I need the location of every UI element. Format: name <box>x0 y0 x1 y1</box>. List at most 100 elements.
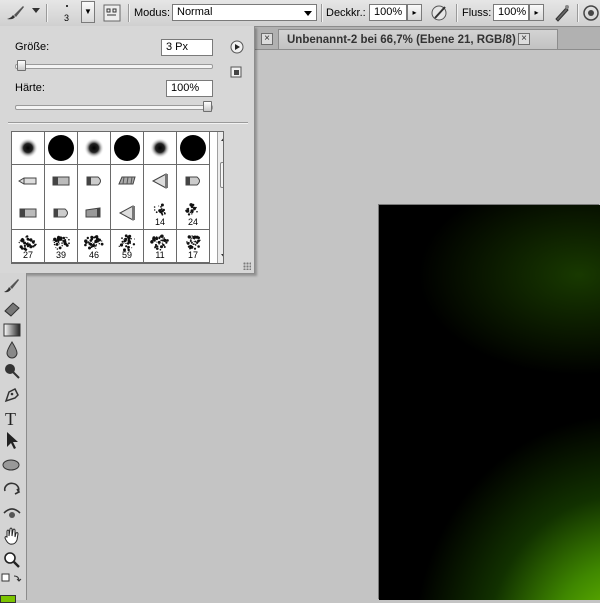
brush-preset[interactable] <box>12 197 45 230</box>
hardness-slider-thumb[interactable] <box>203 101 212 112</box>
flow-field[interactable]: 100% <box>493 4 529 21</box>
brush-panel-toggle-icon[interactable] <box>103 4 121 22</box>
brush-size-label: 59 <box>121 249 132 260</box>
document-title: Unbenannt-2 bei 66,7% (Ebene 21, RGB/8) … <box>287 34 524 46</box>
panel-close-icon[interactable]: × <box>261 33 273 45</box>
brush-tip-icon <box>53 208 68 218</box>
brush-preset[interactable]: 39 <box>45 229 78 263</box>
blur-drop-icon[interactable] <box>1 339 23 361</box>
path-select-icon[interactable] <box>1 429 23 451</box>
hard-round-brush-icon <box>180 135 206 161</box>
type-icon[interactable]: T <box>1 407 23 429</box>
panel-divider <box>8 122 248 123</box>
size-slider-thumb[interactable] <box>16 60 26 71</box>
brush-preset[interactable]: 17 <box>177 229 210 263</box>
airbrush-icon[interactable] <box>552 3 572 23</box>
options-bar: 3 ▼ Modus: Normal Deckkr.: 100% ▸ Fluss:… <box>0 0 600 27</box>
brush-preset[interactable]: 46 <box>78 229 111 263</box>
brush-tool-icon[interactable] <box>5 3 27 23</box>
brush-preset[interactable] <box>144 164 177 198</box>
ellipse-icon[interactable] <box>1 453 23 475</box>
hardness-field[interactable]: 100% <box>166 80 213 97</box>
mode-select[interactable]: Normal <box>172 4 317 21</box>
rotate-3d-icon[interactable] <box>1 478 23 500</box>
brush-preset[interactable] <box>12 164 45 198</box>
hard-round-brush-icon <box>114 135 140 161</box>
preset-scrollbar[interactable] <box>217 132 223 263</box>
brush-tip-icon <box>185 176 200 185</box>
brush-tip-icon <box>52 176 70 185</box>
brush-preset[interactable] <box>78 197 111 230</box>
brush-preset[interactable]: 27 <box>12 229 45 263</box>
tab-close-icon[interactable]: × <box>518 33 530 45</box>
pressure-opacity-icon[interactable] <box>430 3 450 23</box>
brush-preset[interactable] <box>144 132 177 165</box>
hardness-label: Härte: <box>15 82 45 94</box>
mode-label: Modus: <box>134 7 171 19</box>
brush-tip-icon <box>151 172 168 189</box>
opacity-label: Deckkr.: <box>326 7 366 19</box>
hardness-value: 100% <box>171 82 200 94</box>
pressure-size-icon[interactable] <box>582 4 600 22</box>
opacity-field[interactable]: 100% <box>369 4 407 21</box>
resize-grip-icon[interactable] <box>243 262 251 270</box>
brush-preset[interactable]: 59 <box>111 229 144 263</box>
flow-value: 100% <box>498 6 527 18</box>
document-canvas[interactable] <box>379 205 600 600</box>
brush-size-label: 17 <box>187 249 198 260</box>
panel-menu-icon[interactable] <box>230 40 244 54</box>
brush-preset[interactable] <box>45 197 78 230</box>
size-slider-track[interactable] <box>15 64 213 69</box>
brush-size-label: 14 <box>154 217 165 227</box>
brush-preset[interactable] <box>177 164 210 198</box>
hand-icon[interactable] <box>1 525 23 547</box>
new-preset-icon[interactable] <box>230 66 242 78</box>
soft-round-brush-icon <box>150 138 170 158</box>
soft-round-brush-icon <box>18 138 38 158</box>
brush-size-label: 24 <box>187 217 198 227</box>
brush-preset[interactable]: 24 <box>177 197 210 230</box>
brush-size-readout: 3 <box>64 13 70 23</box>
zoom-icon[interactable] <box>1 549 23 571</box>
brush-size-label: 39 <box>55 249 66 260</box>
brush-picker-panel: Größe: 3 Px Härte: 100% 14 24 27 39 46 59 11 17 <box>0 26 255 274</box>
foreground-color-swatch[interactable] <box>0 595 16 603</box>
dodge-icon[interactable] <box>1 360 23 382</box>
swap-colors-icon[interactable] <box>1 572 23 594</box>
gradient-icon[interactable] <box>1 319 23 341</box>
document-tab[interactable]: Unbenannt-2 bei 66,7% (Ebene 21, RGB/8) … <box>278 29 558 49</box>
brush-preset[interactable] <box>111 132 144 165</box>
brush-preset[interactable] <box>78 164 111 198</box>
chevron-down-icon <box>304 11 312 16</box>
size-value: 3 Px <box>166 41 189 53</box>
brush-size-label: 27 <box>22 249 33 260</box>
scroll-thumb[interactable] <box>220 162 223 188</box>
brush-preset[interactable] <box>111 164 144 198</box>
brush-preset[interactable]: 11 <box>144 229 177 263</box>
brush-preset[interactable] <box>45 132 78 165</box>
pen-icon[interactable] <box>1 384 23 406</box>
tool-preset-arrow-icon[interactable] <box>32 8 40 13</box>
brush-preset[interactable] <box>111 197 144 230</box>
brush-preset[interactable] <box>45 164 78 198</box>
hard-round-brush-icon <box>48 135 74 161</box>
hardness-slider-track[interactable] <box>15 105 213 110</box>
brush-preset[interactable] <box>12 132 45 165</box>
size-field[interactable]: 3 Px <box>161 39 213 56</box>
scroll-up-icon[interactable] <box>221 136 223 141</box>
scroll-down-icon[interactable] <box>221 254 223 259</box>
brush-icon[interactable] <box>1 275 23 297</box>
brush-preset[interactable]: 14 <box>144 197 177 230</box>
orbit-3d-icon[interactable] <box>1 502 23 524</box>
brush-preset[interactable] <box>177 132 210 165</box>
tools-panel: T <box>0 273 27 603</box>
mode-value: Normal <box>177 6 213 18</box>
opacity-slider-button[interactable]: ▸ <box>407 4 422 21</box>
brush-dot-icon <box>66 5 68 7</box>
brush-preset[interactable] <box>78 132 111 165</box>
flow-slider-button[interactable]: ▸ <box>529 4 544 21</box>
document-tab-bar: × Unbenannt-2 bei 66,7% (Ebene 21, RGB/8… <box>254 27 600 50</box>
eraser-icon[interactable] <box>1 297 23 319</box>
brush-picker-button[interactable]: ▼ <box>81 1 95 23</box>
svg-text:T: T <box>5 409 16 429</box>
